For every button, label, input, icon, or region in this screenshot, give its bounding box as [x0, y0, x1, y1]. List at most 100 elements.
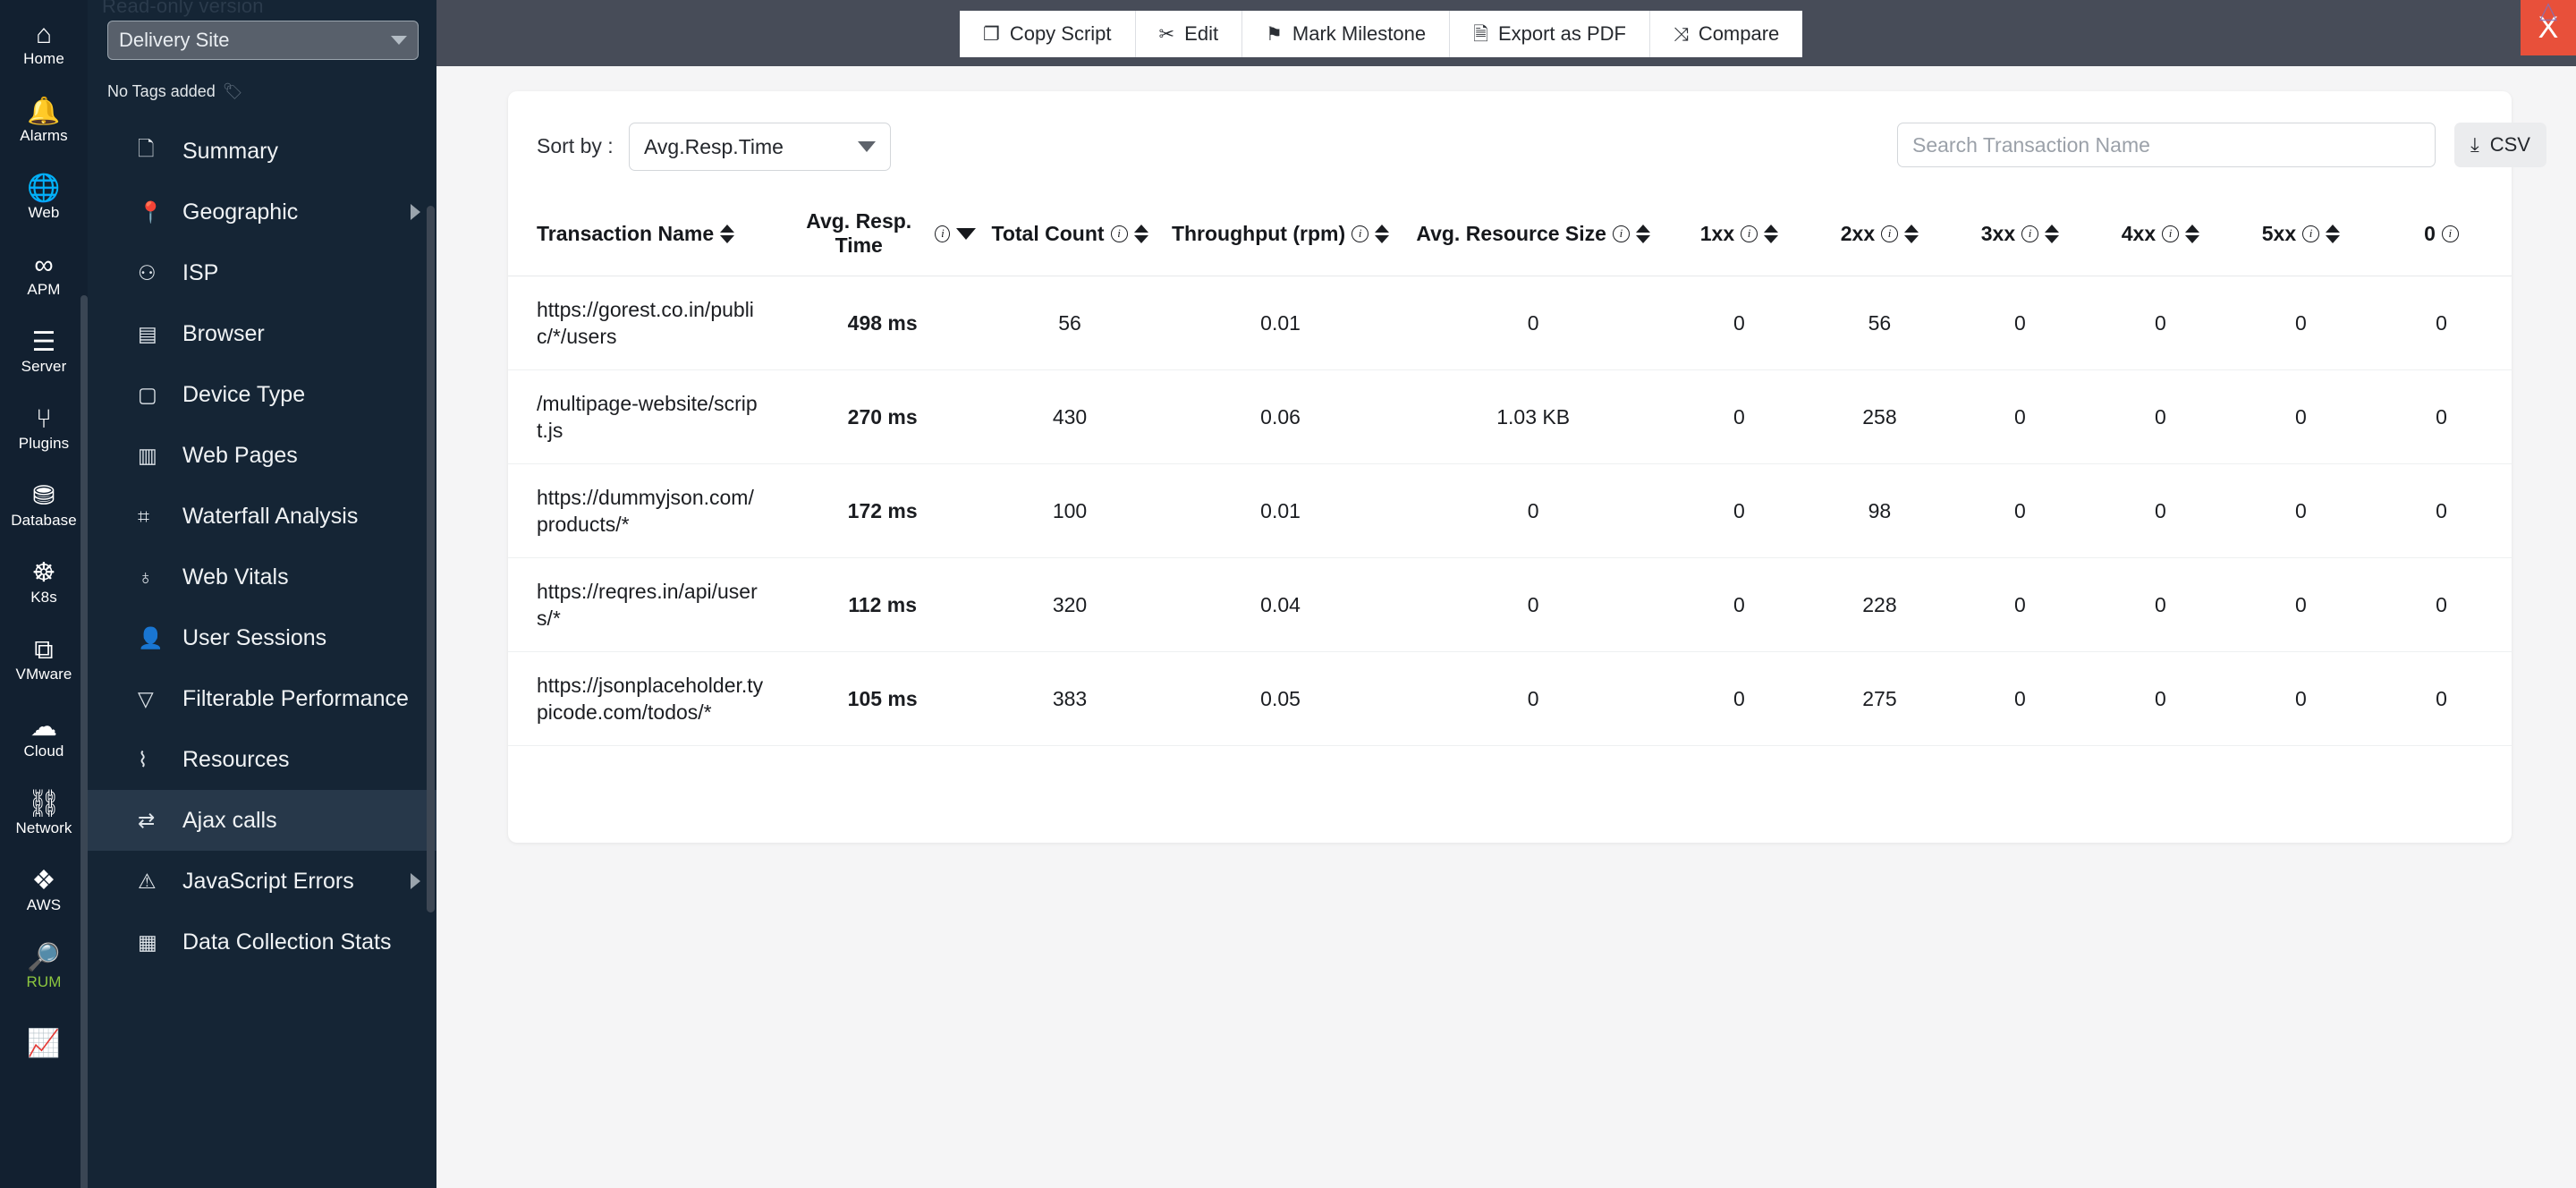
col-header-label: 4xx: [2121, 221, 2157, 245]
search-input[interactable]: [1897, 123, 2436, 167]
nav-item-summary[interactable]: 🗋 Summary: [88, 121, 436, 182]
col-header-throughput-rpm-[interactable]: Throughput (rpm) i: [1163, 197, 1398, 276]
sort-toggle-icon[interactable]: [1904, 224, 1919, 243]
nav-item-geographic[interactable]: 📍 Geographic: [88, 182, 436, 242]
sort-toggle-icon[interactable]: [2045, 224, 2060, 243]
toolbar-mark-milestone-button[interactable]: ⚑ Mark Milestone: [1242, 11, 1451, 57]
info-icon[interactable]: i: [1741, 225, 1758, 242]
info-icon[interactable]: i: [1352, 225, 1369, 242]
rail-item-report[interactable]: 📈: [0, 1006, 88, 1082]
rail-item-network[interactable]: ⛓ Network: [0, 775, 88, 852]
toolbar-edit-button[interactable]: ✂ Edit: [1136, 11, 1243, 57]
info-icon[interactable]: i: [2021, 225, 2039, 242]
info-icon[interactable]: i: [2302, 225, 2320, 242]
nav-item-web-pages[interactable]: ▥ Web Pages: [88, 425, 436, 486]
rail-item-label: AWS: [26, 895, 62, 913]
col-header-avg-resource-size[interactable]: Avg. Resource Size i: [1397, 197, 1669, 276]
nav-item-javascript-errors[interactable]: ⚠ JavaScript Errors: [88, 851, 436, 912]
nav-item-data-collection-stats[interactable]: ▦ Data Collection Stats: [88, 912, 436, 972]
col-header-5xx[interactable]: 5xx i: [2230, 197, 2371, 276]
nav-item-label: JavaScript Errors: [182, 868, 354, 894]
nav-item-ajax-calls[interactable]: ⇄ Ajax calls: [88, 790, 436, 851]
rail-item-home[interactable]: ⌂ Home: [0, 5, 88, 82]
tag-icon[interactable]: 🏷: [223, 82, 243, 101]
sort-by-select[interactable]: Avg.Resp.Time: [629, 123, 891, 171]
nav-item-device-type[interactable]: ▢ Device Type: [88, 364, 436, 425]
site-select-dropdown[interactable]: Delivery Site: [107, 21, 419, 60]
nav-item-filterable-performance[interactable]: ▽ Filterable Performance: [88, 668, 436, 729]
nav-item-label: Browser: [182, 320, 265, 346]
nav-item-waterfall-analysis[interactable]: ⌗ Waterfall Analysis: [88, 486, 436, 547]
cell-throughput: 0.05: [1163, 651, 1398, 746]
export-csv-button[interactable]: ⤓ CSV: [2454, 123, 2546, 167]
info-icon[interactable]: i: [1881, 225, 1899, 242]
nav-scrollbar[interactable]: [427, 206, 435, 912]
table-row[interactable]: /multipage-website/script.js 270 ms 430 0.0…: [508, 369, 2512, 464]
rail-item-label: VMware: [15, 665, 72, 683]
sort-toggle-icon[interactable]: [1635, 224, 1650, 243]
sort-toggle-icon[interactable]: [1375, 224, 1390, 243]
report-icon: 📈: [27, 1029, 61, 1058]
nav-item-isp[interactable]: ⚇ ISP: [88, 242, 436, 303]
info-icon[interactable]: i: [2441, 225, 2459, 242]
cell-resp_time: 105 ms: [789, 651, 977, 746]
toolbar-copy-script-button[interactable]: ❐ Copy Script: [960, 11, 1136, 57]
rail-item-apm[interactable]: ∞ APM: [0, 236, 88, 313]
table-header-row: Transaction Name Avg. Resp. Time i Total Co…: [508, 197, 2512, 276]
table-row[interactable]: https://gorest.co.in/public/*/users 498 m…: [508, 276, 2512, 370]
table-row[interactable]: https://reqres.in/api/users/* 112 ms 320 0.…: [508, 557, 2512, 652]
cell-name[interactable]: https://reqres.in/api/users/*: [508, 557, 790, 652]
cell-c4xx: 0: [2089, 276, 2231, 370]
nav-item-user-sessions[interactable]: 👤 User Sessions: [88, 607, 436, 668]
col-header-total-count[interactable]: Total Count i: [976, 197, 1164, 276]
cell-name[interactable]: https://gorest.co.in/public/*/users: [508, 276, 790, 370]
nav-item-label: Geographic: [182, 199, 299, 225]
nav-item-web-vitals[interactable]: ♁ Web Vitals: [88, 547, 436, 607]
nav-item-resources[interactable]: ⌇ Resources: [88, 729, 436, 790]
tags-row: No Tags added 🏷: [107, 82, 243, 101]
rail-item-vmware[interactable]: ⧉ VMware: [0, 621, 88, 698]
toolbar-export-as-pdf-button[interactable]: 🗎 Export as PDF: [1450, 11, 1650, 57]
col-header-transaction-name[interactable]: Transaction Name: [508, 197, 790, 276]
table-row[interactable]: https://dummyjson.com/products/* 172 ms 10…: [508, 463, 2512, 558]
rail-item-server[interactable]: ☰ Server: [0, 313, 88, 390]
rail-item-database[interactable]: ⛃ Database: [0, 467, 88, 544]
info-icon[interactable]: i: [2162, 225, 2180, 242]
sort-toggle-icon[interactable]: [1133, 224, 1148, 243]
cell-name[interactable]: https://dummyjson.com/products/*: [508, 463, 790, 558]
sort-toggle-icon[interactable]: [1764, 224, 1779, 243]
cell-resource_size: 0: [1397, 276, 1669, 370]
rail-item-aws[interactable]: ❖ AWS: [0, 852, 88, 929]
cell-name[interactable]: https://jsonplaceholder.typicode.com/tod…: [508, 651, 790, 746]
rail-item-rum[interactable]: 🔎 RUM: [0, 929, 88, 1006]
col-header-4xx[interactable]: 4xx i: [2089, 197, 2231, 276]
sort-toggle-icon[interactable]: [720, 224, 735, 243]
sort-toggle-icon[interactable]: [2326, 224, 2341, 243]
nav-item-browser[interactable]: ▤ Browser: [88, 303, 436, 364]
info-icon[interactable]: i: [935, 225, 951, 242]
sort-toggle-icon[interactable]: [2185, 224, 2200, 243]
info-icon[interactable]: i: [1612, 225, 1630, 242]
rail-item-plugins[interactable]: ⑂ Plugins: [0, 390, 88, 467]
col-header-0[interactable]: 0i: [2370, 197, 2512, 276]
rail-item-web[interactable]: 🌐 Web: [0, 159, 88, 236]
close-button[interactable]: △ X: [2521, 0, 2576, 55]
rail-item-label: K8s: [30, 588, 57, 606]
cell-c0: 0: [2370, 651, 2512, 746]
col-header-2xx[interactable]: 2xx i: [1809, 197, 1950, 276]
cell-c3xx: 0: [1949, 276, 2090, 370]
table-row[interactable]: https://jsonplaceholder.typicode.com/tod…: [508, 651, 2512, 746]
nav-item-label: Device Type: [182, 381, 306, 407]
cell-name[interactable]: /multipage-website/script.js: [508, 369, 790, 464]
col-header-avg-resp-time[interactable]: Avg. Resp. Time i: [789, 197, 977, 276]
rail-item-alarms[interactable]: 🔔 Alarms: [0, 82, 88, 159]
rail-item-k8s[interactable]: ☸ K8s: [0, 544, 88, 621]
col-header-1xx[interactable]: 1xx i: [1668, 197, 1809, 276]
sort-desc-icon[interactable]: [956, 227, 977, 240]
col-header-3xx[interactable]: 3xx i: [1949, 197, 2090, 276]
rail-scrollbar[interactable]: [80, 295, 88, 1188]
cell-total_count: 100: [976, 463, 1164, 558]
toolbar-compare-button[interactable]: ⤨ Compare: [1650, 11, 1802, 57]
rail-item-cloud[interactable]: ☁ Cloud: [0, 698, 88, 775]
info-icon[interactable]: i: [1110, 225, 1128, 242]
